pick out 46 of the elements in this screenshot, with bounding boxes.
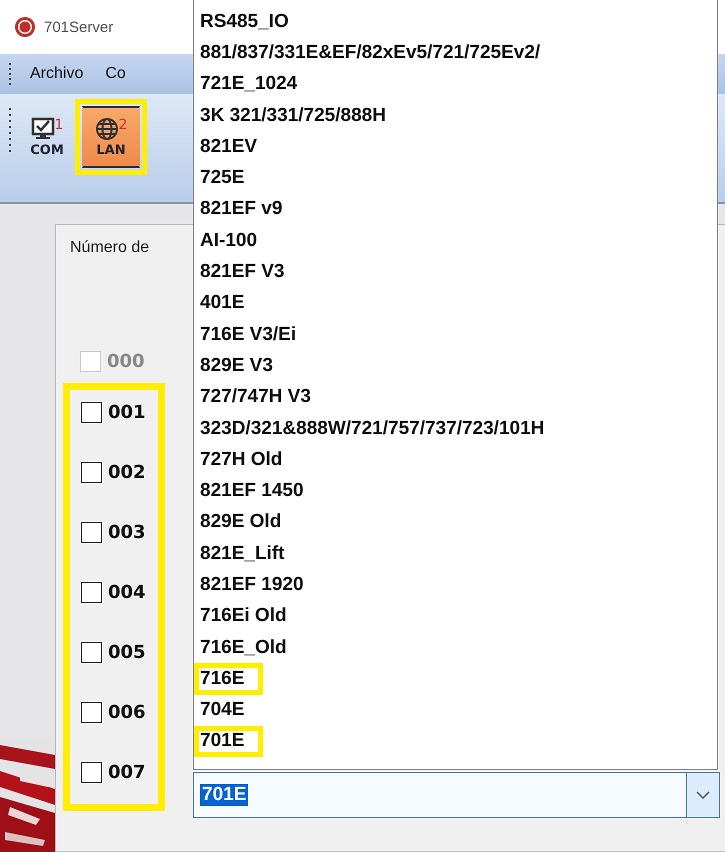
badge-number: 2 xyxy=(118,116,128,132)
dropdown-option[interactable]: 704E xyxy=(200,694,244,726)
checkbox[interactable]: 006 xyxy=(81,696,146,728)
dropdown-option[interactable]: 716Ei Old xyxy=(200,600,287,632)
dropdown-option[interactable]: AI-100 xyxy=(200,225,258,256)
checkbox[interactable]: 005 xyxy=(81,636,146,668)
toolbar-button[interactable]: 1 COM xyxy=(18,106,76,168)
dialog-heading: Número de xyxy=(70,239,150,257)
dropdown-option[interactable]: 716E xyxy=(194,663,264,695)
checkbox[interactable]: 007 xyxy=(81,756,146,788)
checkbox[interactable]: 001 xyxy=(81,396,146,428)
dropdown-option[interactable]: 821EF 1920 xyxy=(200,569,304,601)
dropdown-option[interactable]: 821EF 1450 xyxy=(200,475,304,507)
badge-number: 1 xyxy=(54,116,64,132)
grip-icon xyxy=(8,61,12,87)
dropdown-option[interactable]: 721E_1024 xyxy=(200,68,298,100)
checkbox: 000 xyxy=(80,345,145,377)
dropdown-option[interactable]: 821EF V3 xyxy=(200,256,284,288)
dropdown-option[interactable]: 821E_Lift xyxy=(200,538,284,570)
dropdown-option[interactable]: 881/837/331E&EF/82xEv5/721/725Ev2/ xyxy=(200,37,540,69)
menu-item[interactable]: Archivo xyxy=(26,65,88,83)
dropdown-option[interactable]: 716E V3/Ei xyxy=(200,318,296,350)
checkbox[interactable]: 002 xyxy=(81,456,146,488)
globe-icon xyxy=(94,116,119,140)
dropdown-option[interactable]: 829E Old xyxy=(200,506,282,538)
dropdown-option[interactable]: 716E_Old xyxy=(200,632,287,664)
dropdown-option[interactable]: 701E xyxy=(194,726,264,758)
dropdown-option[interactable]: 323D/321&888W/721/757/737/723/101H xyxy=(200,412,544,444)
model-combo-box[interactable]: 701E xyxy=(193,772,720,818)
dropdown-option[interactable]: 821EV xyxy=(200,131,258,162)
window-title: 701Server xyxy=(44,18,114,36)
dropdown-option[interactable]: 829E V3 xyxy=(200,350,273,382)
chevron-down-icon xyxy=(696,791,710,799)
monitor-icon xyxy=(30,116,55,140)
dropdown-option[interactable]: 821EF v9 xyxy=(200,194,282,226)
menu-item[interactable]: Co xyxy=(101,65,130,83)
dropdown-option[interactable]: 727/747H V3 xyxy=(200,382,311,413)
dropdown-option[interactable]: 727H Old xyxy=(200,444,282,476)
dropdown-option[interactable]: RS485_IO xyxy=(200,6,289,38)
dropdown-option[interactable]: 725E xyxy=(200,162,244,194)
dropdown-option[interactable]: 3K 321/331/725/888H xyxy=(200,100,386,132)
selected-text: 701E xyxy=(200,784,248,806)
checkbox[interactable]: 003 xyxy=(81,516,146,548)
checkbox[interactable]: 004 xyxy=(81,576,146,608)
app-logo-icon xyxy=(14,16,36,38)
dropdown-option[interactable]: 401E xyxy=(200,288,244,319)
